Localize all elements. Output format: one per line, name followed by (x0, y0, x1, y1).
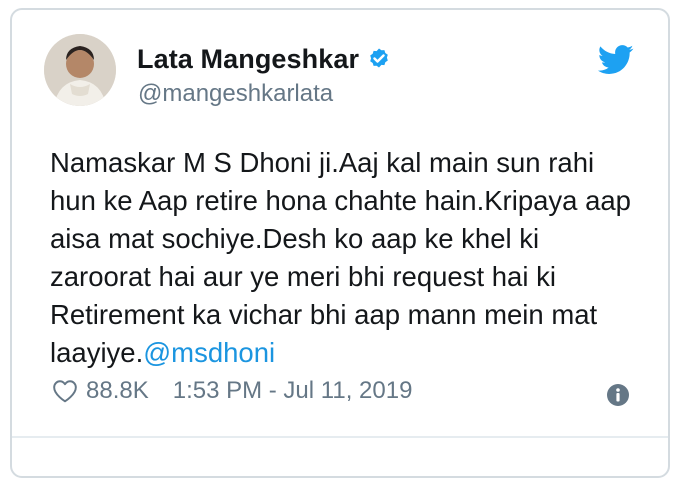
tweet-line: Namaskar M S Dhoni ji.Aaj kal main sun r… (50, 147, 595, 178)
author-name-row: Lata Mangeshkar (137, 42, 391, 76)
tweet-line: aisa mat sochiye.Desh ko aap ke khel ki (50, 223, 540, 254)
tweet-last-line: laayiye.@msdhoni (50, 334, 650, 372)
tweet-line: hun ke Aap retire hona chahte hain.Kripa… (50, 185, 631, 216)
card-divider (12, 436, 668, 438)
tweet-text: Namaskar M S Dhoni ji.Aaj kal main sun r… (50, 144, 650, 372)
tweet-line: Retirement ka vichar bhi aap mann mein m… (50, 299, 598, 330)
twitter-bird-icon[interactable] (598, 45, 634, 75)
tweet-line: laayiye. (50, 337, 144, 368)
heart-outline-icon[interactable] (52, 379, 78, 403)
author-name[interactable]: Lata Mangeshkar (137, 44, 359, 75)
tweet-line: zaroorat hai aur ye meri bhi request hai… (50, 261, 556, 292)
info-circle-icon[interactable] (606, 383, 630, 407)
like-count[interactable]: 88.8K (86, 377, 149, 405)
verified-badge-icon (370, 48, 388, 68)
avatar-image (44, 34, 116, 106)
tweet-timestamp[interactable]: 1:53 PM - Jul 11, 2019 (173, 377, 413, 405)
avatar[interactable] (44, 34, 116, 106)
tweet-footer: 88.8K 1:53 PM - Jul 11, 2019 (52, 375, 642, 407)
author-handle[interactable]: @mangeshkarlata (138, 80, 333, 108)
mention-link[interactable]: @msdhoni (143, 337, 275, 368)
